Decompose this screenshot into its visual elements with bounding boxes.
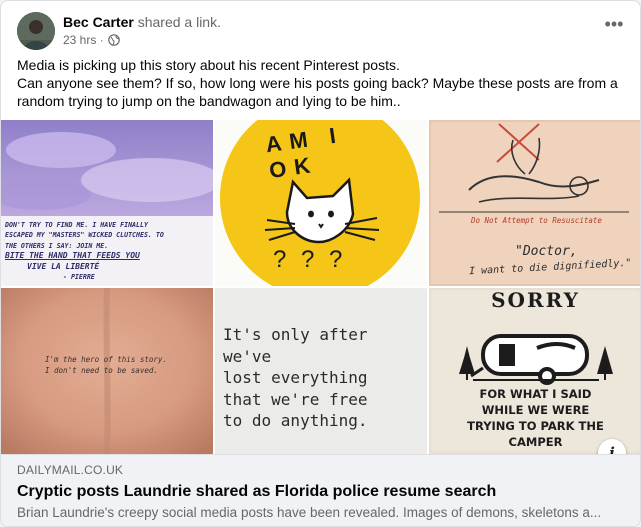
note-line: VIVE LA LIBERTÉ — [27, 261, 100, 271]
author-name[interactable]: Bec Carter — [63, 14, 134, 30]
link-summary: Brian Laundrie's creepy social media pos… — [17, 505, 602, 520]
author-action: shared a link. — [137, 14, 221, 30]
image-tile-dnr[interactable]: Do Not Attempt to Resuscitate "Doctor, I… — [429, 120, 640, 286]
quote-line: to do anything. — [223, 411, 368, 430]
image-tile-cat[interactable]: AM I OK ? ? ? — [215, 120, 427, 286]
post-text-line: Can anyone see them? If so, how long wer… — [17, 75, 618, 91]
note-line: DON'T TRY TO FIND ME. I HAVE FINALLY — [5, 221, 148, 229]
link-headline[interactable]: Cryptic posts Laundrie shared as Florida… — [17, 482, 496, 502]
quote-line: It's only after we've — [223, 325, 368, 366]
post-meta: 23 hrs · — [63, 32, 120, 50]
globe-icon — [108, 34, 120, 50]
link-domain: DAILYMAIL.CO.UK — [17, 463, 124, 477]
image-tile-tattoo[interactable]: I'm the hero of this story. I don't need… — [1, 288, 213, 454]
ellipsis-icon[interactable]: ••• — [602, 15, 626, 40]
note-line: THE OTHERS I SAY: JOIN ME. — [5, 241, 109, 250]
quote-text: It's only after we've lost everything th… — [223, 324, 423, 432]
note-line: - PIERRE — [63, 273, 95, 282]
post-time[interactable]: 23 hrs — [63, 33, 96, 47]
tattoo-line: I'm the hero of this story. — [45, 355, 167, 364]
image-grid[interactable]: DON'T TRY TO FIND ME. I HAVE FINALLY ESC… — [1, 120, 640, 454]
note-text: DON'T TRY TO FIND ME. I HAVE FINALLY ESC… — [5, 220, 211, 282]
post-text: Media is picking up this story about his… — [17, 56, 627, 110]
camper-line: TRYING TO PARK THE — [467, 419, 604, 433]
note-line: BITE THE HAND THAT FEEDS YOU — [5, 251, 140, 261]
link-preview[interactable]: DAILYMAIL.CO.UK Cryptic posts Laundrie s… — [1, 454, 640, 526]
author-line: Bec Carter shared a link. — [63, 13, 221, 31]
quote-line: that we're free — [223, 389, 368, 409]
note-line: ESCAPED MY "MASTERS" WICKED CLUTCHES. TO — [5, 231, 164, 240]
camper-title: SORRY — [491, 288, 580, 312]
post-text-line: random trying to jump on the bandwagon a… — [17, 93, 401, 109]
avatar-image — [17, 12, 55, 50]
cat-question-marks: ? ? ? — [273, 246, 347, 273]
post-card: Bec Carter shared a link. 23 hrs · ••• M… — [0, 0, 641, 527]
meta-separator: · — [99, 33, 104, 47]
dnr-quote-line: "Doctor, — [515, 244, 578, 259]
camper-line: WHILE WE WERE — [481, 403, 590, 417]
image-tile-camper[interactable]: SORRY FOR WHAT I SAID WHILE WE WERE TRYI… — [429, 288, 640, 454]
camper-line: FOR WHAT I SAID — [479, 387, 592, 401]
dnr-caption: Do Not Attempt to Resuscitate — [471, 216, 602, 225]
post-text-line: Media is picking up this story about his… — [17, 57, 400, 73]
image-tile-quote[interactable]: It's only after we've lost everything th… — [215, 288, 427, 454]
tattoo-text: I'm the hero of this story. I don't need… — [45, 354, 185, 376]
image-tile-note[interactable]: DON'T TRY TO FIND ME. I HAVE FINALLY ESC… — [1, 120, 213, 286]
quote-line: lost everything — [223, 368, 368, 387]
avatar[interactable] — [17, 12, 55, 50]
tattoo-line: I don't need to be saved. — [45, 366, 158, 375]
post-header: Bec Carter shared a link. 23 hrs · ••• — [17, 12, 626, 52]
